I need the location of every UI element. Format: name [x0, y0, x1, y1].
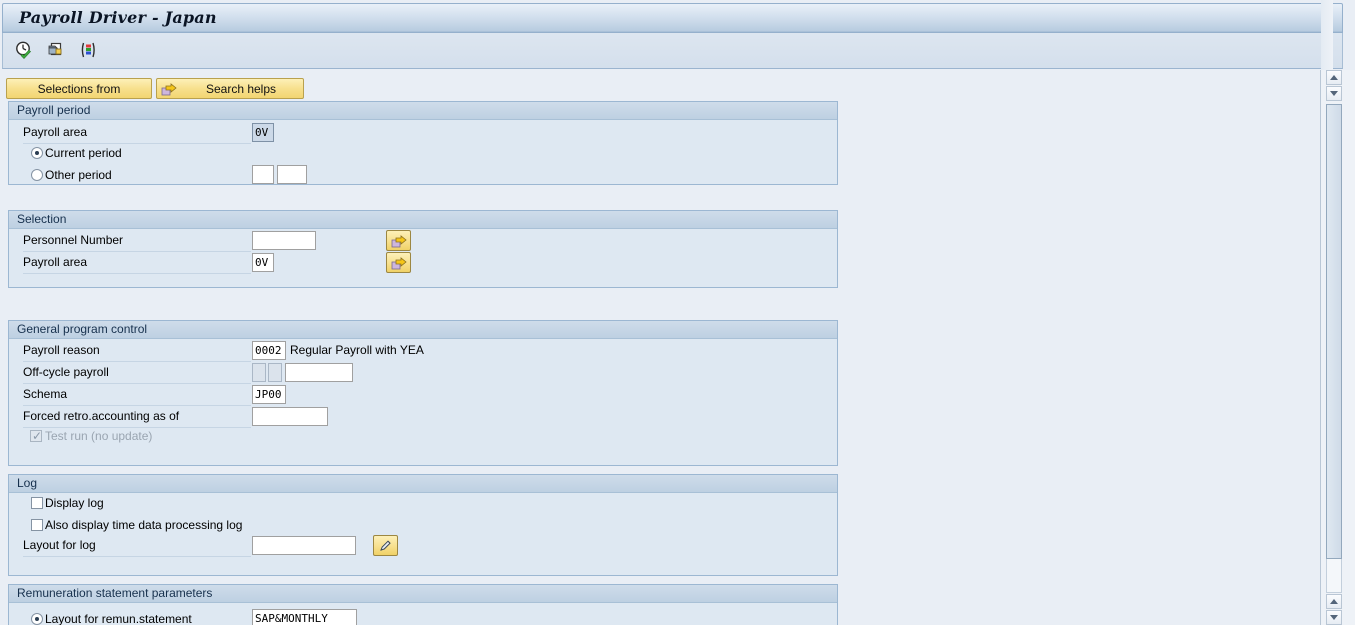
personnel-number-label: Personnel Number — [23, 232, 251, 252]
time-data-log-label: Also display time data processing log — [45, 518, 243, 532]
section-remuneration-statement-header: Remuneration statement parameters — [9, 585, 837, 603]
vertical-scrollbar[interactable] — [1321, 70, 1355, 625]
arrow-right-icon — [391, 233, 407, 249]
other-period-radio[interactable] — [31, 169, 43, 181]
scroll-thumb[interactable] — [1326, 104, 1342, 559]
schema-label: Schema — [23, 386, 251, 406]
personnel-number-multiple-selection-button[interactable] — [386, 230, 411, 251]
search-helps-button[interactable]: Search helps — [156, 78, 304, 99]
scroll-down-button-top[interactable] — [1326, 86, 1342, 101]
chevron-down-icon — [1330, 615, 1338, 620]
off-cycle-field-3[interactable] — [285, 363, 353, 382]
layout-remun-statement-radio[interactable] — [31, 613, 43, 625]
test-run-label: Test run (no update) — [45, 429, 153, 443]
forced-retro-accounting-label: Forced retro.accounting as of — [23, 408, 251, 428]
copy-document-icon[interactable] — [45, 39, 67, 61]
scroll-down-button[interactable] — [1326, 610, 1342, 625]
sap-payroll-driver-screen: Payroll Driver - Japan Selections from S… — [0, 0, 1355, 625]
section-payroll-period-header: Payroll period — [9, 102, 837, 120]
layout-remun-statement-label: Layout for remun.statement — [45, 612, 192, 625]
section-selection: Selection Personnel Number Payroll area … — [8, 210, 838, 288]
execute-clock-icon[interactable] — [13, 39, 35, 61]
payroll-area-multiple-selection-button[interactable] — [386, 252, 411, 273]
layout-remun-statement-input[interactable]: SAP&MONTHLY — [252, 609, 357, 625]
scroll-up-button[interactable] — [1326, 70, 1342, 85]
section-remuneration-statement: Remuneration statement parameters Layout… — [8, 584, 838, 625]
chevron-up-icon — [1330, 599, 1338, 604]
off-cycle-field-1 — [252, 363, 266, 382]
time-data-log-checkbox[interactable] — [31, 519, 43, 531]
radio-dot — [35, 151, 39, 155]
current-period-radio[interactable] — [31, 147, 43, 159]
scroll-up-button-bottom[interactable] — [1326, 594, 1342, 609]
layout-for-log-label: Layout for log — [23, 537, 251, 557]
page-title: Payroll Driver - Japan — [19, 8, 217, 27]
section-general-program-control: General program control Payroll reason 0… — [8, 320, 838, 466]
window-title-bar: Payroll Driver - Japan — [2, 3, 1343, 33]
arrow-right-icon — [391, 255, 407, 271]
section-general-program-control-header: General program control — [9, 321, 837, 339]
search-helps-label: Search helps — [205, 81, 277, 96]
selection-payroll-area-input[interactable]: 0V — [252, 253, 274, 272]
other-period-field-1[interactable] — [252, 165, 274, 184]
payroll-period-area-label: Payroll area — [23, 124, 251, 144]
checkmark-icon: ✓ — [32, 429, 43, 443]
radio-dot — [35, 617, 39, 621]
layout-for-log-edit-button[interactable] — [373, 535, 398, 556]
personnel-number-input[interactable] — [252, 231, 316, 250]
chevron-down-icon — [1330, 91, 1338, 96]
payroll-reason-input[interactable]: 0002 — [252, 341, 286, 360]
layout-for-log-input[interactable] — [252, 536, 356, 555]
section-selection-header: Selection — [9, 211, 837, 229]
current-period-label: Current period — [45, 146, 122, 160]
selections-from-button[interactable]: Selections from — [6, 78, 152, 99]
section-log-header: Log — [9, 475, 837, 493]
display-log-label: Display log — [45, 496, 104, 510]
pencil-icon — [378, 538, 393, 553]
payroll-reason-label: Payroll reason — [23, 342, 251, 362]
schema-input[interactable]: JP00 — [252, 385, 286, 404]
payroll-period-area-value: 0V — [252, 123, 274, 142]
scroll-track[interactable] — [1326, 104, 1342, 593]
off-cycle-payroll-label: Off-cycle payroll — [23, 364, 251, 384]
selection-payroll-area-label: Payroll area — [23, 254, 251, 274]
arrow-right-icon — [161, 81, 177, 97]
payroll-reason-description: Regular Payroll with YEA — [290, 343, 424, 357]
application-toolbar: © www.tutorialkart.com — [2, 33, 1343, 96]
section-payroll-period: Payroll period Payroll area 0V Current p… — [8, 101, 838, 185]
selection-screen-content: Selections from Search helps Payroll per… — [0, 70, 1321, 625]
color-variant-icon[interactable] — [77, 39, 99, 61]
section-log: Log Display log Also display time data p… — [8, 474, 838, 576]
other-period-label: Other period — [45, 168, 112, 182]
other-period-field-2[interactable] — [277, 165, 307, 184]
off-cycle-field-2 — [268, 363, 282, 382]
forced-retro-accounting-input[interactable] — [252, 407, 328, 426]
chevron-up-icon — [1330, 75, 1338, 80]
display-log-checkbox[interactable] — [31, 497, 43, 509]
test-run-checkbox: ✓ — [30, 430, 42, 442]
